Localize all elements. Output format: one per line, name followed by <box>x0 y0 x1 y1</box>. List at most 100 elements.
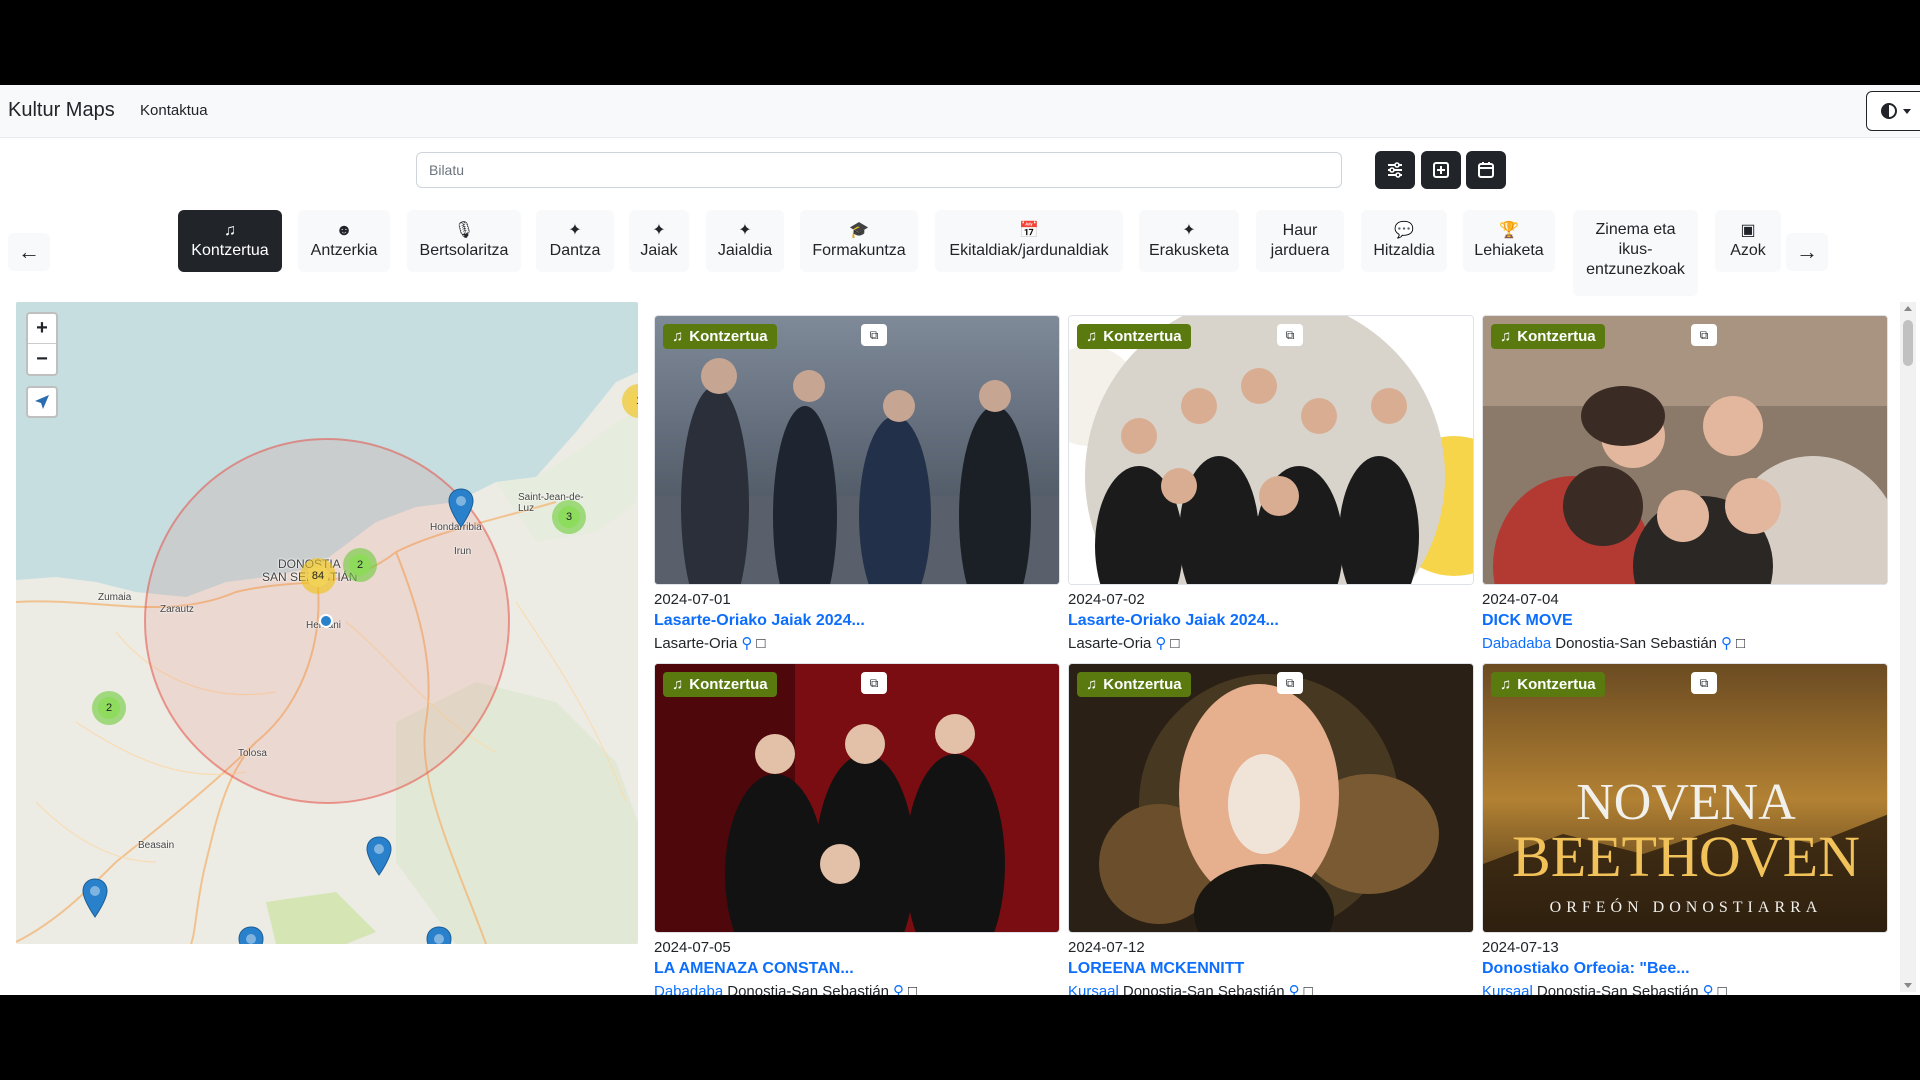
category-antzerkia[interactable]: ☻ Antzerkia <box>298 210 390 272</box>
event-title-link[interactable]: Lasarte-Oriako Jaiak 2024... <box>1068 612 1474 630</box>
search-input[interactable] <box>416 152 1342 188</box>
locate-button[interactable] <box>26 386 58 418</box>
calendar-add-icon[interactable]: □ <box>1304 983 1313 996</box>
category-jaialdia[interactable]: ✦ Jaialdia <box>706 210 784 272</box>
map-marker-icon[interactable] <box>238 926 264 944</box>
music-icon: ♫ <box>1086 328 1098 345</box>
map[interactable]: + − Zumaia Zarautz DONOSTIA SAN SEBASTIÁ… <box>16 302 638 944</box>
category-badge: ♫ Kontzertua <box>1491 324 1605 349</box>
map-pin-icon[interactable]: ⚲ <box>1289 982 1300 995</box>
category-label: Zinema eta ikus-entzunezkoak <box>1586 221 1685 278</box>
grid-view-button[interactable] <box>1421 151 1461 189</box>
share-button[interactable]: ⧉ <box>1691 324 1717 346</box>
category-ekitaldiak[interactable]: 📅 Ekitaldiak/jardunaldiak <box>935 210 1123 272</box>
category-azok[interactable]: ▣ Azok <box>1715 210 1781 272</box>
category-haur-jarduera[interactable]: Haur jarduera <box>1256 210 1344 272</box>
scroll-down-icon[interactable] <box>1904 983 1912 988</box>
event-title-link[interactable]: LOREENA MCKENNITT <box>1068 960 1474 978</box>
calendar-button[interactable] <box>1466 151 1506 189</box>
map-cluster[interactable]: 84 <box>300 558 336 594</box>
event-title-link[interactable]: DICK MOVE <box>1482 612 1888 630</box>
map-cluster[interactable]: 2 <box>92 691 126 725</box>
category-erakusketa[interactable]: ✦ Erakusketa <box>1139 210 1239 272</box>
category-jaiak[interactable]: ✦ Jaiak <box>629 210 689 272</box>
map-pin-icon[interactable]: ⚲ <box>1721 634 1732 652</box>
calendar-add-icon[interactable]: □ <box>908 983 917 996</box>
share-button[interactable]: ⧉ <box>861 672 887 694</box>
map-pin-icon[interactable]: ⚲ <box>1703 982 1714 995</box>
event-venue-link[interactable]: Kursaal <box>1482 983 1533 996</box>
event-card[interactable]: ♫ Kontzertua ⧉ 2024-07-01 Lasarte-Oriako … <box>654 315 1060 652</box>
event-image[interactable]: ♫ Kontzertua ⧉ <box>654 663 1060 933</box>
event-image[interactable]: ♫ Kontzertua ⧉ <box>1068 663 1474 933</box>
event-card[interactable]: ♫ Kontzertua ⧉ 2024-07-02 Lasarte-Oriako … <box>1068 315 1474 652</box>
carousel-next-button[interactable]: → <box>1786 233 1828 271</box>
map-cluster[interactable]: 2 <box>343 548 377 582</box>
filters-button[interactable] <box>1375 151 1415 189</box>
calendar-add-icon[interactable]: □ <box>1170 635 1179 652</box>
event-venue-link[interactable]: Dabadaba <box>654 983 723 996</box>
carousel-prev-button[interactable]: ← <box>8 233 50 271</box>
event-image[interactable]: ♫ Kontzertua ⧉ <box>1482 315 1888 585</box>
category-kontzertua[interactable]: ♫ Kontzertua <box>178 210 282 272</box>
map-marker-icon[interactable] <box>426 926 452 944</box>
event-photo <box>655 316 1059 584</box>
category-label: Antzerkia <box>310 242 378 259</box>
map-pin-icon[interactable]: ⚲ <box>741 634 752 652</box>
category-formakuntza[interactable]: 🎓 Formakuntza <box>800 210 918 272</box>
event-photo <box>1069 316 1473 584</box>
scroll-up-icon[interactable] <box>1904 306 1912 311</box>
map-cluster[interactable]: 3 <box>552 500 586 534</box>
event-place: Lasarte-Oria ⚲ □ <box>1068 634 1474 653</box>
navbar: Kultur Maps Kontaktua <box>0 85 1920 138</box>
category-dantza[interactable]: ✦ Dantza <box>536 210 614 272</box>
event-date: 2024-07-04 <box>1482 591 1559 608</box>
theme-toggle-button[interactable] <box>1866 91 1920 131</box>
share-button[interactable]: ⧉ <box>1691 672 1717 694</box>
event-city: Donostia-San Sebastián <box>1536 982 1699 996</box>
brand-logo[interactable]: Kultur Maps <box>8 99 115 122</box>
map-pin-icon[interactable]: ⚲ <box>893 982 904 995</box>
event-image[interactable]: ♫ Kontzertua ⧉ <box>1068 315 1474 585</box>
category-label: Lehiaketa <box>1474 242 1544 259</box>
calendar-add-icon[interactable]: □ <box>756 635 765 652</box>
event-title-link[interactable]: Donostiako Orfeoia: "Bee... <box>1482 960 1888 978</box>
category-lehiaketa[interactable]: 🏆 Lehiaketa <box>1463 210 1555 272</box>
page-scrollbar[interactable] <box>1900 302 1916 992</box>
zoom-out-button[interactable]: − <box>28 344 56 374</box>
event-image[interactable]: ♫ Kontzertua ⧉ <box>654 315 1060 585</box>
event-card[interactable]: ♫ Kontzertua ⧉ 2024-07-12 LOREENA MCKENNI… <box>1068 663 1474 995</box>
category-zinema[interactable]: Zinema eta ikus-entzunezkoak <box>1573 210 1698 296</box>
event-card[interactable]: ♫ Kontzertua ⧉ 2024-07-05 LA AMENAZA CONS… <box>654 663 1060 995</box>
category-badge: ♫ Kontzertua <box>1491 672 1605 697</box>
music-icon: ♫ <box>1500 676 1512 693</box>
event-image[interactable]: NOVENA BEETHOVEN ORFEÓN DONOSTIARRA ♫ Kon… <box>1482 663 1888 933</box>
map-marker-icon[interactable] <box>82 878 108 918</box>
event-venue-link[interactable]: Kursaal <box>1068 983 1119 996</box>
event-title-link[interactable]: LA AMENAZA CONSTAN... <box>654 960 1060 978</box>
nav-contact-link[interactable]: Kontaktua <box>140 102 208 119</box>
share-button[interactable]: ⧉ <box>1277 672 1303 694</box>
location-arrow-icon <box>35 395 49 409</box>
calendar-add-icon[interactable]: □ <box>1718 983 1727 996</box>
map-pin-icon[interactable]: ⚲ <box>1155 634 1166 652</box>
event-title-link[interactable]: Lasarte-Oriako Jaiak 2024... <box>654 612 1060 630</box>
category-label: Bertsolaritza <box>419 242 509 259</box>
music-icon: ♫ <box>672 328 684 345</box>
event-card[interactable]: ♫ Kontzertua ⧉ 2024-07-04 DICK MOVE Dabad… <box>1482 315 1888 652</box>
map-marker-icon[interactable] <box>448 488 474 528</box>
category-bertsolaritza[interactable]: 🎙 Bertsolaritza <box>407 210 521 272</box>
music-icon: ♫ <box>1086 676 1098 693</box>
event-venue-link[interactable]: Dabadaba <box>1482 635 1551 652</box>
share-button[interactable]: ⧉ <box>861 324 887 346</box>
magic-wand-icon: ✦ <box>568 222 582 239</box>
event-card[interactable]: NOVENA BEETHOVEN ORFEÓN DONOSTIARRA ♫ Kon… <box>1482 663 1888 995</box>
calendar-add-icon[interactable]: □ <box>1736 635 1745 652</box>
scrollbar-thumb[interactable] <box>1903 320 1913 366</box>
event-city: Lasarte-Oria <box>654 634 738 652</box>
event-place: Dabadaba Donostia-San Sebastián ⚲ □ <box>654 982 1060 996</box>
category-hitzaldia[interactable]: 💬 Hitzaldia <box>1361 210 1447 272</box>
map-marker-icon[interactable] <box>366 836 392 876</box>
share-button[interactable]: ⧉ <box>1277 324 1303 346</box>
zoom-in-button[interactable]: + <box>28 314 56 344</box>
